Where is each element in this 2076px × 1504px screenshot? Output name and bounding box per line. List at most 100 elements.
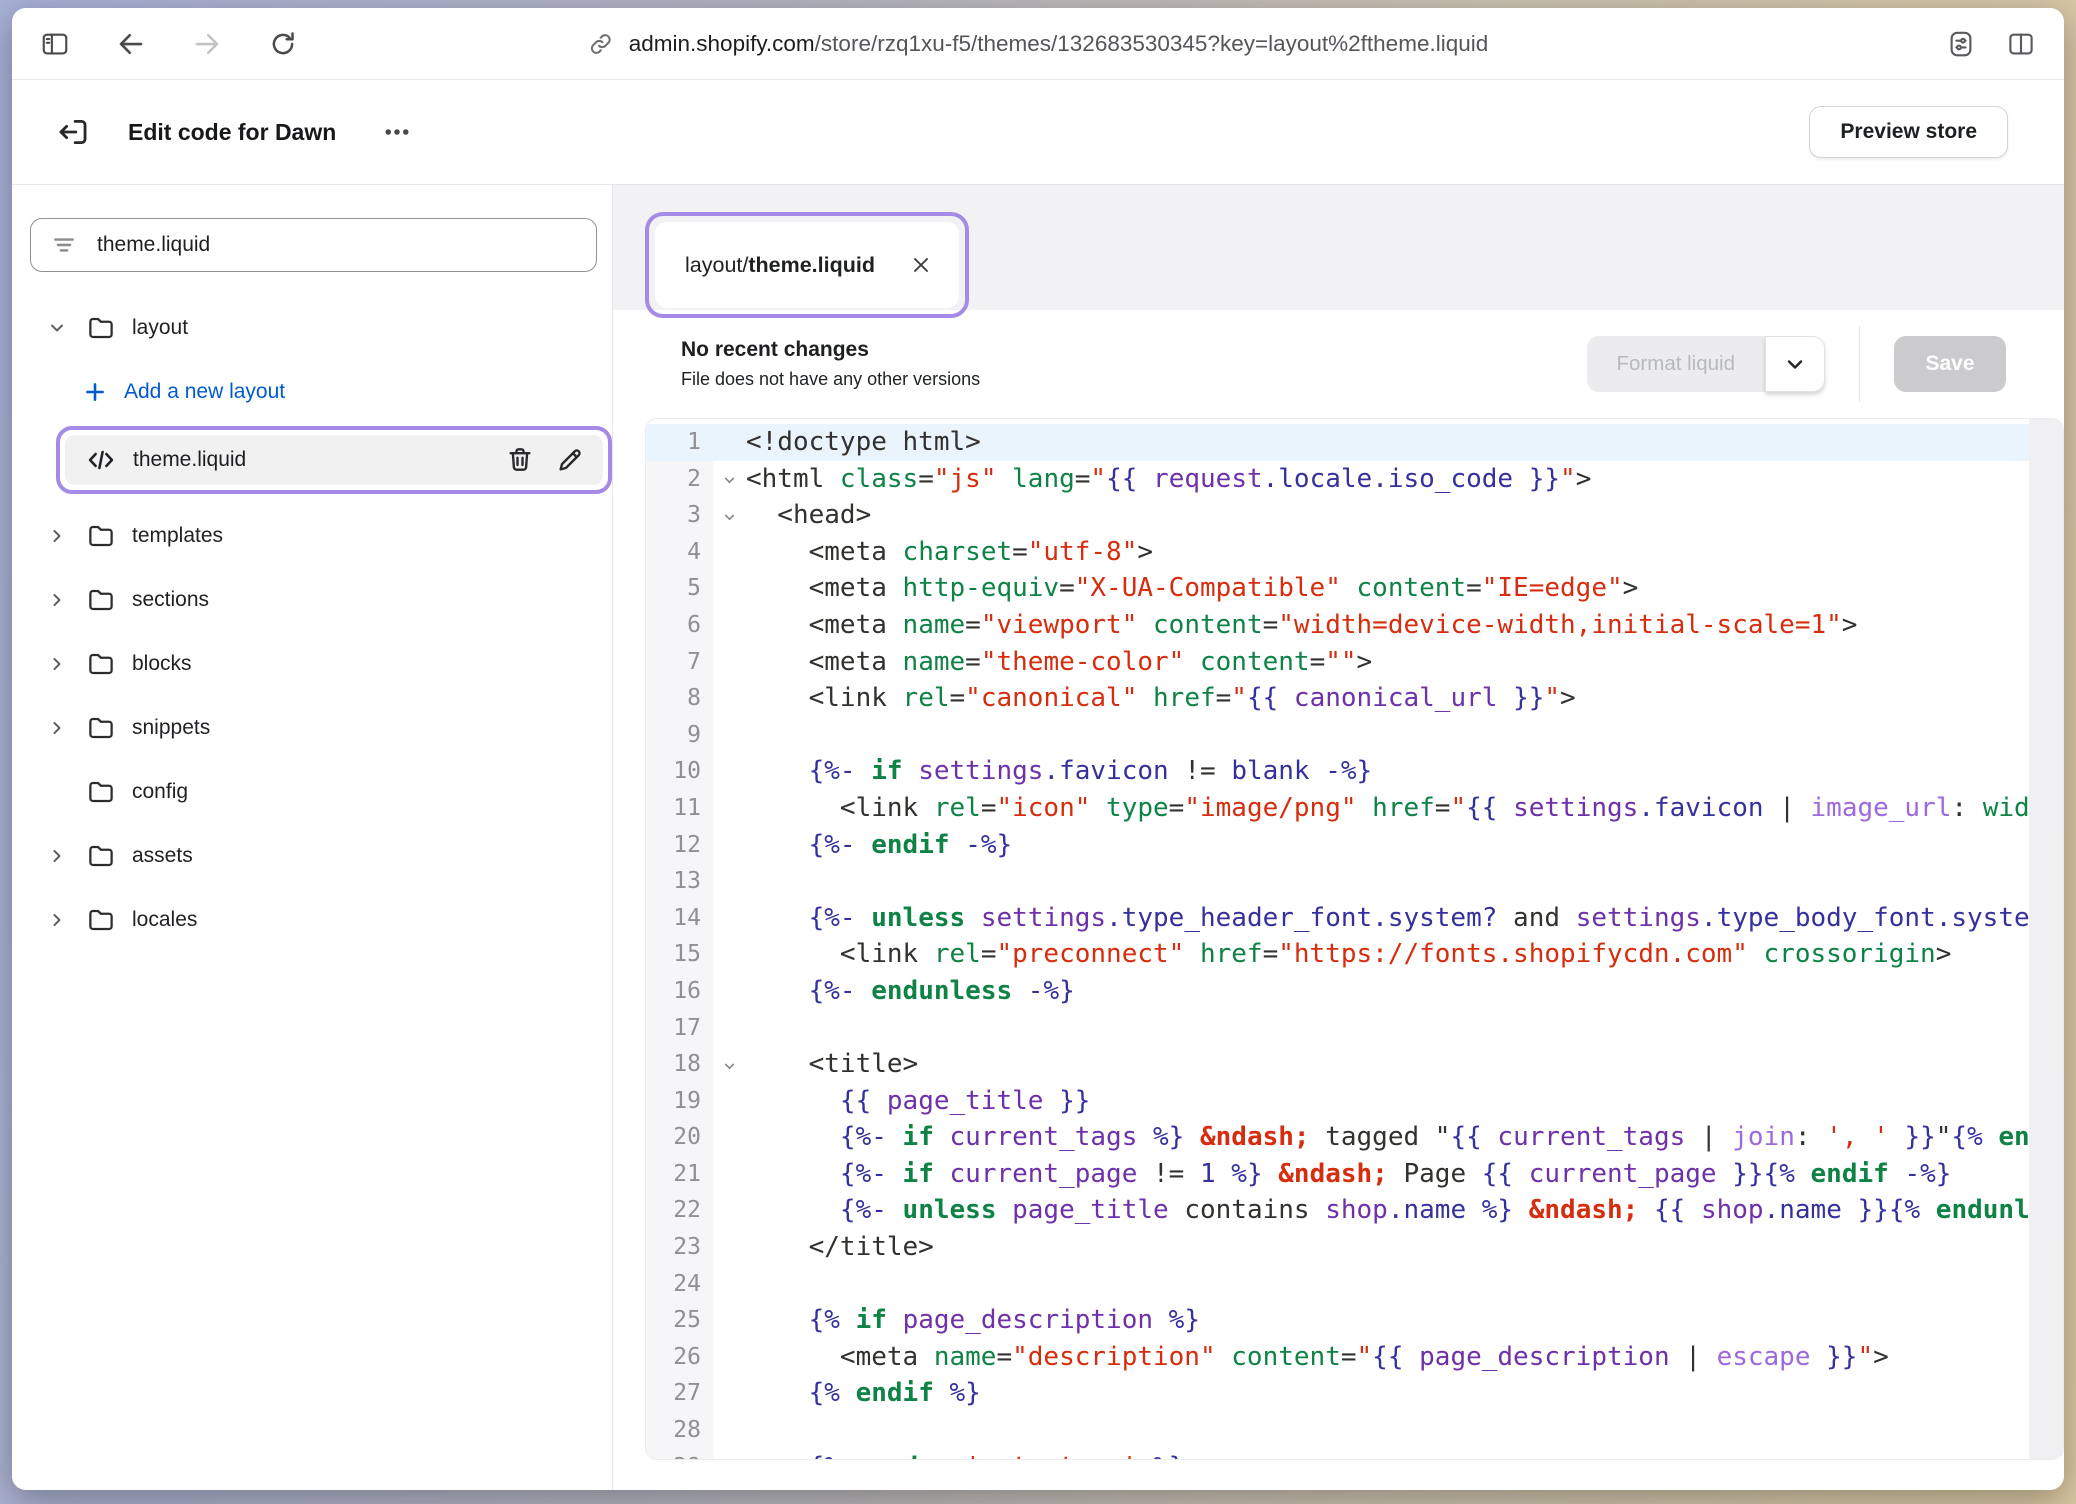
fold-gutter [713,1156,746,1193]
fold-chevron-icon[interactable] [713,461,746,498]
fold-chevron-icon[interactable] [713,1046,746,1083]
close-tab-icon[interactable] [909,253,933,277]
tab-layout-theme-liquid[interactable]: layout/theme.liquid [655,222,959,308]
code-line-28[interactable]: 28 [646,1412,2063,1449]
chevron-right-icon[interactable] [44,910,70,930]
code-line-7[interactable]: 7 <meta name="theme-color" content=""> [646,644,2063,681]
code-line-12[interactable]: 12 {%- endif -%} [646,827,2063,864]
sidebar-item-templates[interactable]: templates [30,514,612,558]
chevron-right-icon[interactable] [44,718,70,738]
line-number: 28 [646,1412,713,1449]
line-number: 21 [646,1156,713,1193]
code-line-6[interactable]: 6 <meta name="viewport" content="width=d… [646,607,2063,644]
code-line-9[interactable]: 9 [646,717,2063,754]
code-line-21[interactable]: 21 {%- if current_page != 1 %} &ndash; P… [646,1156,2063,1193]
line-number: 10 [646,753,713,790]
sidebar-item-sections[interactable]: sections [30,578,612,622]
sidebar-item-blocks[interactable]: blocks [30,642,612,686]
code-line-2[interactable]: 2<html class="js" lang="{{ request.local… [646,461,2063,498]
folder-label: snippets [132,716,210,740]
delete-file-icon[interactable] [505,445,535,475]
code-content: {%- endif -%} [746,827,2063,864]
exit-editor-icon[interactable] [54,113,92,151]
sidebar-item-config[interactable]: config [30,770,612,814]
chevron-down-icon[interactable] [44,318,70,338]
add-new-layout-link[interactable]: Add a new layout [82,370,612,414]
address-bar[interactable]: admin.shopify.com/store/rzq1xu-f5/themes… [588,31,1488,57]
save-button[interactable]: Save [1894,336,2006,392]
code-line-16[interactable]: 16 {%- endunless -%} [646,973,2063,1010]
split-view-icon[interactable] [2006,29,2036,59]
code-line-25[interactable]: 25 {% if page_description %} [646,1302,2063,1339]
fold-gutter [713,644,746,681]
sidebar-item-theme-liquid[interactable]: theme.liquid [65,435,603,485]
code-line-11[interactable]: 11 <link rel="icon" type="image/png" hre… [646,790,2063,827]
version-bar: No recent changes File does not have any… [613,310,2064,418]
more-actions-icon[interactable] [382,117,412,147]
reload-icon[interactable] [266,27,300,61]
line-number: 22 [646,1192,713,1229]
fold-gutter [713,1083,746,1120]
code-lines[interactable]: 1<!doctype html>2<html class="js" lang="… [646,419,2063,1459]
fold-gutter [713,680,746,717]
file-search-input[interactable]: theme.liquid [30,218,597,272]
sidebar-item-assets[interactable]: assets [30,834,612,878]
code-editor[interactable]: 1<!doctype html>2<html class="js" lang="… [645,418,2064,1460]
fold-gutter [713,1449,746,1460]
code-line-17[interactable]: 17 [646,1010,2063,1047]
code-line-14[interactable]: 14 {%- unless settings.type_header_font.… [646,900,2063,937]
code-line-10[interactable]: 10 {%- if settings.favicon != blank -%} [646,753,2063,790]
code-line-5[interactable]: 5 <meta http-equiv="X-UA-Compatible" con… [646,570,2063,607]
code-line-22[interactable]: 22 {%- unless page_title contains shop.n… [646,1192,2063,1229]
code-line-3[interactable]: 3 <head> [646,497,2063,534]
chevron-right-icon[interactable] [44,654,70,674]
fold-gutter [713,534,746,571]
code-line-8[interactable]: 8 <link rel="canonical" href="{{ canonic… [646,680,2063,717]
chevron-right-icon[interactable] [44,590,70,610]
code-line-15[interactable]: 15 <link rel="preconnect" href="https://… [646,936,2063,973]
code-line-23[interactable]: 23 </title> [646,1229,2063,1266]
fold-chevron-icon[interactable] [713,497,746,534]
folder-icon [86,649,116,679]
code-line-26[interactable]: 26 <meta name="description" content="{{ … [646,1339,2063,1376]
fold-gutter [713,827,746,864]
sidebar-item-snippets[interactable]: snippets [30,706,612,750]
code-line-18[interactable]: 18 <title> [646,1046,2063,1083]
line-number: 13 [646,863,713,900]
preview-store-button[interactable]: Preview store [1809,106,2008,158]
fold-gutter [713,1412,746,1449]
sidebar-toggle-icon[interactable] [38,27,72,61]
line-number: 20 [646,1119,713,1156]
browser-toolbar: admin.shopify.com/store/rzq1xu-f5/themes… [12,8,2064,80]
line-number: 23 [646,1229,713,1266]
code-line-1[interactable]: 1<!doctype html> [646,424,2063,461]
code-line-20[interactable]: 20 {%- if current_tags %} &ndash; tagged… [646,1119,2063,1156]
code-line-29[interactable]: 29 {% render 'meta-tags' %} [646,1449,2063,1460]
code-line-13[interactable]: 13 [646,863,2063,900]
code-line-19[interactable]: 19 {{ page_title }} [646,1083,2063,1120]
code-line-27[interactable]: 27 {% endif %} [646,1375,2063,1412]
fold-gutter [713,1192,746,1229]
editor-scrollbar-track[interactable] [2029,419,2063,1459]
back-icon[interactable] [114,27,148,61]
chevron-down-icon [1783,352,1807,376]
chevron-right-icon[interactable] [44,526,70,546]
folder-icon [86,521,116,551]
format-liquid-button[interactable]: Format liquid [1587,336,1766,392]
fold-gutter [713,1119,746,1156]
code-content: {%- unless page_title contains shop.name… [746,1192,2063,1229]
forward-icon[interactable] [190,27,224,61]
url-domain: admin.shopify.com [629,31,815,56]
page-settings-icon[interactable] [1946,29,1976,59]
sidebar-item-layout[interactable]: layout [30,306,612,350]
rename-file-icon[interactable] [555,445,585,475]
sidebar-item-locales[interactable]: locales [30,898,612,942]
format-options-dropdown[interactable] [1765,336,1825,392]
url-text: admin.shopify.com/store/rzq1xu-f5/themes… [629,31,1488,57]
code-line-4[interactable]: 4 <meta charset="utf-8"> [646,534,2063,571]
code-content: <link rel="preconnect" href="https://fon… [746,936,2063,973]
fold-gutter [713,753,746,790]
code-line-24[interactable]: 24 [646,1266,2063,1303]
folder-label: assets [132,844,193,868]
chevron-right-icon[interactable] [44,846,70,866]
